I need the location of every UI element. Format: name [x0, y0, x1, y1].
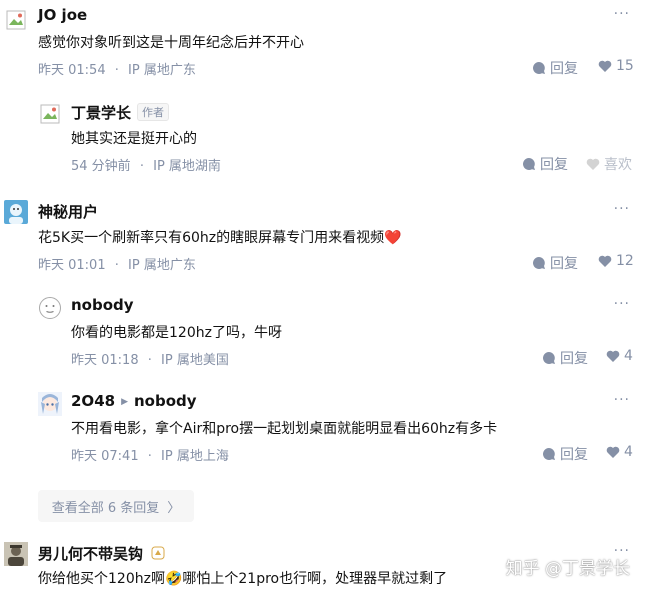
- author-name[interactable]: 2O48 ▶ nobody: [71, 392, 197, 410]
- user-level-badge-icon: [151, 546, 165, 560]
- avatar[interactable]: [38, 296, 62, 320]
- heart-icon: [586, 158, 600, 170]
- author-name[interactable]: nobody: [71, 296, 134, 314]
- reply-button[interactable]: 回复: [542, 444, 588, 464]
- reply-button[interactable]: 回复: [532, 58, 578, 78]
- comment-text: 她其实还是挺开心的: [71, 131, 197, 147]
- chevron-right-icon: 〉: [167, 500, 181, 516]
- comment-author-reply: 丁景学长 作者 她其实还是挺开心的 54 分钟前 · IP 属地湖南 回复 喜欢: [0, 96, 648, 188]
- comment-time: 昨天 01:54 · IP 属地广东: [38, 63, 196, 78]
- reply-button[interactable]: 回复: [532, 253, 578, 273]
- like-button[interactable]: 喜欢: [586, 154, 632, 174]
- comment-text: 你看的电影都是120hz了吗，牛呀: [71, 325, 282, 341]
- avatar[interactable]: [4, 8, 28, 32]
- broken-image-icon: [6, 10, 26, 30]
- like-button[interactable]: 4: [606, 444, 633, 460]
- anime-avatar-icon: [38, 392, 62, 416]
- heart-icon: [598, 255, 612, 267]
- comment-text: 不用看电影，拿个Air和pro摆一起划划桌面就能明显看出60hz有多卡: [71, 421, 498, 437]
- like-button[interactable]: 4: [606, 348, 633, 364]
- author-name[interactable]: JO joe: [38, 6, 87, 24]
- broken-image-icon: [40, 104, 60, 124]
- comment-jo-joe: JO joe ··· 感觉你对象听到这是十周年纪念后并不开心 昨天 01:54 …: [0, 0, 648, 90]
- comment-icon: [533, 62, 545, 74]
- like-button[interactable]: 15: [598, 58, 634, 74]
- comment-text: 你给他买个120hz啊🤣哪怕上个21pro也行啊，处理器早就过剩了: [38, 571, 448, 587]
- heart-icon: [598, 60, 612, 72]
- more-options-icon[interactable]: ···: [614, 392, 630, 408]
- avatar[interactable]: [38, 392, 62, 416]
- more-options-icon[interactable]: ···: [614, 6, 630, 22]
- avatar[interactable]: [38, 102, 62, 126]
- author-name[interactable]: 神秘用户: [38, 201, 98, 222]
- comment-time: 昨天 01:01 · IP 属地广东: [38, 258, 196, 273]
- reply-arrow-icon: ▶: [121, 397, 128, 407]
- comment-time: 昨天 07:41 · IP 属地上海: [71, 449, 229, 464]
- comment-icon: [523, 158, 535, 170]
- watermark: 知乎 @丁景学长: [505, 559, 630, 579]
- comment-icon: [543, 352, 555, 364]
- author-name[interactable]: 男儿何不带吴钩: [38, 543, 165, 564]
- more-options-icon[interactable]: ···: [614, 296, 630, 312]
- comment-icon: [533, 257, 545, 269]
- like-button[interactable]: 12: [598, 253, 634, 269]
- avatar[interactable]: [4, 200, 28, 224]
- photo-avatar-icon: [4, 542, 28, 566]
- comment-nobody: nobody ··· 你看的电影都是120hz了吗，牛呀 昨天 01:18 · …: [0, 290, 648, 382]
- heart-icon: [606, 350, 620, 362]
- reply-button[interactable]: 回复: [542, 348, 588, 368]
- reply-target[interactable]: nobody: [134, 392, 197, 410]
- comment-mystery-user: 神秘用户 ··· 花5K买一个刷新率只有60hz的瞎眼屏幕专门用来看视频❤️ 昨…: [0, 195, 648, 285]
- comment-icon: [543, 448, 555, 460]
- author-name[interactable]: 丁景学长 作者: [71, 102, 170, 123]
- more-options-icon[interactable]: ···: [614, 201, 630, 217]
- comment-text: 感觉你对象听到这是十周年纪念后并不开心: [38, 35, 304, 51]
- comment-time: 54 分钟前 · IP 属地湖南: [71, 159, 221, 174]
- show-all-label: 查看全部 6 条回复: [51, 500, 160, 516]
- comment-text: 花5K买一个刷新率只有60hz的瞎眼屏幕专门用来看视频❤️: [38, 230, 402, 246]
- user-avatar-icon: [9, 204, 23, 224]
- show-all-replies-button[interactable]: 查看全部 6 条回复 〉: [38, 490, 194, 522]
- avatar[interactable]: [4, 542, 28, 566]
- comment-2o48: 2O48 ▶ nobody ··· 不用看电影，拿个Air和pro摆一起划划桌面就能…: [0, 386, 648, 478]
- author-badge: 作者: [137, 103, 170, 121]
- comment-time: 昨天 01:18 · IP 属地美国: [71, 353, 229, 368]
- heart-icon: [606, 446, 620, 458]
- smiley-avatar-icon: [39, 297, 61, 319]
- reply-button[interactable]: 回复: [522, 154, 568, 174]
